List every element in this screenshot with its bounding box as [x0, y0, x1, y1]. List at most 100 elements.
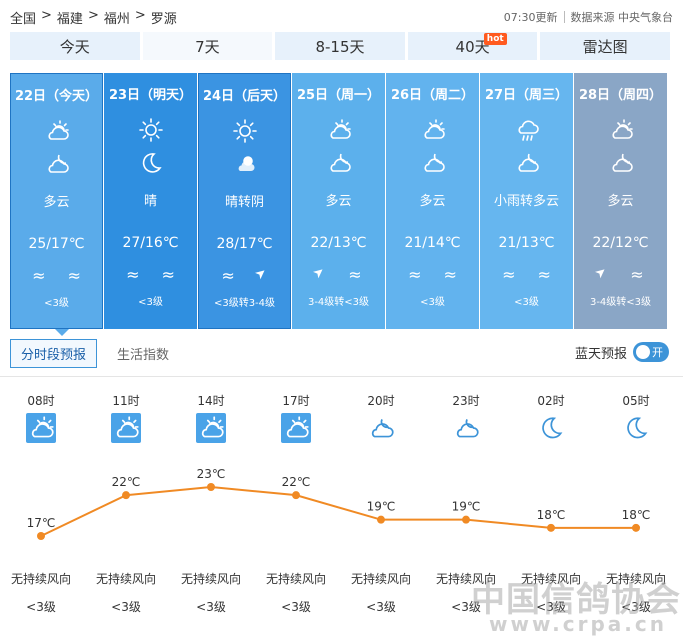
day-date: 28日（周四） [578, 88, 663, 103]
forecast-range-tabs: 今天 7天 8-15天 40天 hot 雷达图 [10, 32, 670, 60]
hour-wind-level: <3级 [111, 600, 141, 614]
temperature-label: 23℃ [197, 467, 226, 481]
clear-sky-toggle[interactable]: 开 [633, 342, 669, 362]
tab-label: 7天 [195, 37, 220, 56]
toggle-knob [636, 345, 650, 359]
partly-cloudy-day-icon [281, 413, 311, 443]
breadcrumb-county: 罗源 [150, 12, 177, 27]
wind-icons: ≈ ≈ [104, 265, 197, 284]
temperature-point [292, 491, 300, 500]
hour-time: 23时 [452, 394, 480, 408]
day-wind-level: <3级转3-4级 [213, 298, 276, 309]
temperature-point [462, 515, 470, 524]
hour-wind-direction: 无持续风向 [265, 572, 326, 586]
wave-icon: ≈ [32, 266, 46, 285]
day-card[interactable]: 25日（周一） 多云 22/13℃ ➤ ≈3-4级转<3级 [292, 73, 385, 329]
tab-40-days[interactable]: 40天 hot [407, 32, 538, 60]
partly-cloudy-night-icon [43, 150, 71, 178]
update-time: 07:30更新 [503, 11, 558, 24]
selected-pointer [55, 329, 69, 336]
sun-icon [137, 116, 165, 144]
divider [563, 11, 565, 23]
clear-sky-label: 蓝天预报 [574, 346, 627, 362]
wind-icons: ≈ ≈ [11, 266, 102, 285]
wave-icon: ≈ [161, 265, 175, 284]
breadcrumb-city[interactable]: 福州 [104, 8, 130, 27]
wave-icon: ≈ [502, 265, 516, 284]
tab-7-days[interactable]: 7天 [142, 32, 273, 60]
wave-icon: ≈ [537, 265, 551, 284]
day-date: 23日（明天） [108, 88, 193, 103]
wind-icons: ≈ ≈ [386, 265, 479, 284]
hour-wind-level: <3级 [366, 600, 396, 614]
clear-sky-forecast: 蓝天预报 开 [575, 342, 669, 362]
day-date: 25日（周一） [296, 88, 381, 103]
day-temperature: 21/14℃ [404, 235, 461, 251]
partly-cloudy-day-icon [607, 116, 635, 144]
day-weather-desc: 多云 [325, 194, 352, 209]
wave-icon: ≈ [348, 265, 362, 284]
tab-today[interactable]: 今天 [10, 32, 140, 60]
toggle-label: 开 [652, 346, 663, 359]
partly-cloudy-night-icon [325, 149, 353, 177]
hot-badge: hot [483, 33, 507, 45]
partly-cloudy-day-icon [26, 413, 56, 443]
day-temperature: 22/12℃ [592, 235, 649, 251]
day-date: 22日（今天） [14, 89, 99, 104]
arrow-icon: ➤ [310, 263, 329, 283]
temperature-point [207, 483, 215, 491]
day-temperature: 22/13℃ [310, 235, 367, 251]
wind-icons: ≈ ➤ [199, 265, 290, 285]
temperature-point [37, 532, 45, 540]
cloud-night-icon [451, 413, 481, 443]
breadcrumb-separator: > [41, 8, 52, 23]
temperature-label: 17℃ [27, 516, 56, 530]
cloud-night-icon [366, 413, 396, 443]
tab-label: 今天 [59, 37, 90, 56]
hour-wind-direction: 无持续风向 [95, 572, 156, 586]
temperature-point [547, 523, 555, 532]
hour-time: 08时 [27, 394, 55, 408]
moon-icon [137, 149, 165, 177]
wave-icon: ≈ [67, 266, 81, 285]
day-card[interactable]: 27日（周三） 小雨转多云 21/13℃ ≈ ≈ <3级 [480, 73, 573, 329]
update-meta: 07:30更新 数据来源 中央气象台 [504, 9, 673, 25]
wave-icon: ≈ [408, 265, 422, 284]
day-temperature: 21/13℃ [498, 235, 555, 251]
breadcrumb-country[interactable]: 全国 [10, 8, 36, 27]
day-card[interactable]: 28日（周四） 多云 22/12℃ ➤ ≈3-4级转<3级 [574, 73, 667, 329]
breadcrumb-separator: > [87, 8, 99, 23]
day-weather-desc: 多云 [419, 194, 446, 209]
day-wind-level: 3-4级转<3级 [307, 297, 370, 308]
day-card[interactable]: 24日（后天） 晴转阴 28/17℃ ≈ ➤ <3级转3-4级 [198, 73, 291, 329]
breadcrumb-separator: > [134, 8, 146, 23]
tab-hourly-forecast[interactable]: 分时段预报 [10, 338, 98, 368]
wave-icon: ≈ [126, 265, 140, 284]
day-card[interactable]: 23日（明天）晴 27/16℃ ≈ ≈ <3级 [104, 73, 197, 329]
tab-radar[interactable]: 雷达图 [540, 32, 670, 60]
day-weather-desc: 小雨转多云 [493, 194, 559, 209]
breadcrumb-province[interactable]: 福建 [57, 8, 83, 27]
moon-icon [536, 413, 566, 443]
day-wind-level: 3-4级转<3级 [589, 297, 652, 308]
day-weather-desc: 多云 [607, 194, 634, 209]
tab-label: 雷达图 [582, 37, 628, 56]
temperature-label: 19℃ [452, 500, 481, 514]
tab-life-index[interactable]: 生活指数 [107, 340, 179, 367]
wave-icon: ≈ [221, 266, 235, 285]
partly-cloudy-night-icon [607, 149, 635, 177]
day-card[interactable]: 22日（今天） 多云 25/17℃ ≈ ≈ <3级 [10, 73, 103, 336]
day-temperature: 25/17℃ [28, 236, 85, 252]
hour-wind-level: <3级 [196, 600, 226, 614]
sun-icon [231, 117, 259, 145]
partly-cloudy-day-icon [111, 413, 141, 443]
tab-label: 8-15天 [315, 37, 365, 56]
partly-cloudy-day-icon [419, 116, 447, 144]
tab-8-15-days[interactable]: 8-15天 [275, 32, 405, 60]
partly-cloudy-night-icon [513, 149, 541, 177]
day-card[interactable]: 26日（周二） 多云 21/14℃ ≈ ≈ <3级 [386, 73, 479, 329]
wind-icons: ≈ ≈ [480, 265, 573, 284]
wave-icon: ≈ [443, 265, 457, 284]
cloud-moon-icon [231, 150, 259, 178]
hour-wind-level: <3级 [26, 600, 56, 614]
